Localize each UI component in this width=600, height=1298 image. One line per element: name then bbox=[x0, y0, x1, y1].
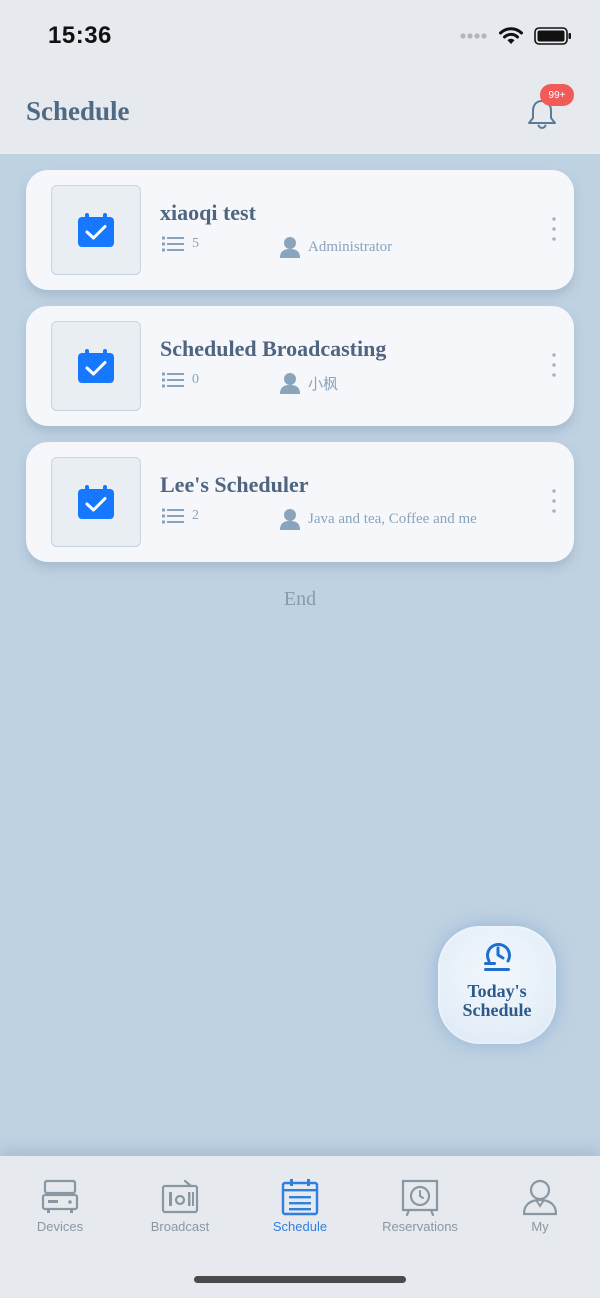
todays-schedule-label: Today's Schedule bbox=[438, 982, 556, 1020]
schedule-title: Scheduled Broadcasting bbox=[160, 336, 387, 361]
tab-label-devices: Devices bbox=[36, 1219, 84, 1234]
schedule-title: xiaoqi test bbox=[160, 200, 256, 225]
radio-icon bbox=[161, 1179, 199, 1214]
tab-label-my: My bbox=[531, 1219, 549, 1234]
calendar-check-icon bbox=[78, 213, 114, 247]
fab-label-line1: Today's bbox=[467, 981, 527, 1001]
todays-schedule-button[interactable]: Today's Schedule bbox=[438, 926, 556, 1044]
status-time: 15:36 bbox=[48, 22, 112, 49]
list-icon bbox=[162, 236, 184, 252]
schedule-icon-box bbox=[51, 321, 141, 411]
user-icon bbox=[280, 509, 300, 530]
more-options-icon[interactable] bbox=[550, 352, 558, 378]
tab-label-schedule: Schedule bbox=[272, 1219, 328, 1234]
tab-broadcast[interactable]: Broadcast bbox=[120, 1178, 240, 1238]
user-icon bbox=[280, 373, 300, 394]
page-title: Schedule bbox=[26, 96, 130, 126]
notification-badge: 99+ bbox=[540, 84, 574, 106]
calendar-check-icon bbox=[78, 349, 114, 383]
alarm-icon bbox=[401, 1179, 439, 1216]
cellular-signal-icon bbox=[460, 33, 487, 39]
schedule-owner-name: Administrator bbox=[308, 238, 393, 255]
schedule-icon-box bbox=[51, 457, 141, 547]
schedule-item-count: 5 bbox=[192, 236, 199, 251]
schedule-card[interactable]: Scheduled Broadcasting 0 小枫 bbox=[26, 306, 574, 426]
user-icon bbox=[522, 1179, 558, 1216]
history-clock-icon bbox=[484, 943, 511, 971]
schedule-owner: 小枫 bbox=[280, 372, 338, 394]
tab-my[interactable]: My bbox=[480, 1178, 600, 1238]
schedule-title: Lee's Scheduler bbox=[160, 472, 309, 497]
list-icon bbox=[162, 372, 184, 388]
fab-label-line2: Schedule bbox=[462, 1000, 532, 1020]
wifi-icon bbox=[499, 27, 523, 44]
tab-reservations[interactable]: Reservations bbox=[360, 1178, 480, 1238]
home-indicator bbox=[194, 1276, 406, 1283]
schedule-item-count: 0 bbox=[192, 372, 199, 387]
device-icon bbox=[41, 1179, 79, 1213]
schedule-card[interactable]: Lee's Scheduler 2 Java and tea, Coffee a… bbox=[26, 442, 574, 562]
status-icons bbox=[460, 26, 572, 46]
calendar-list-icon bbox=[281, 1179, 319, 1216]
tab-schedule[interactable]: Schedule bbox=[240, 1178, 360, 1238]
calendar-check-icon bbox=[78, 485, 114, 519]
schedule-meta: 0 小枫 bbox=[162, 372, 338, 394]
schedule-owner-name: Java and tea, Coffee and me bbox=[308, 510, 477, 527]
schedule-card[interactable]: xiaoqi test 5 Administrator bbox=[26, 170, 574, 290]
tab-label-reservations: Reservations bbox=[382, 1219, 458, 1234]
header: Schedule bbox=[0, 76, 600, 154]
list-icon bbox=[162, 508, 184, 524]
battery-icon bbox=[534, 27, 571, 45]
schedule-owner-name: 小枫 bbox=[308, 376, 339, 393]
schedule-meta: 2 Java and tea, Coffee and me bbox=[162, 508, 477, 530]
list-end-label: End bbox=[283, 588, 317, 610]
tab-devices[interactable]: Devices bbox=[0, 1178, 120, 1238]
schedule-owner: Administrator bbox=[280, 236, 392, 258]
user-icon bbox=[280, 237, 300, 258]
schedule-meta: 5 Administrator bbox=[162, 236, 392, 258]
tab-label-broadcast: Broadcast bbox=[150, 1219, 210, 1234]
status-bar: 15:36 bbox=[0, 0, 600, 76]
more-options-icon[interactable] bbox=[550, 488, 558, 514]
schedule-owner: Java and tea, Coffee and me bbox=[280, 508, 477, 530]
schedule-item-count: 2 bbox=[192, 508, 199, 523]
schedule-icon-box bbox=[51, 185, 141, 275]
more-options-icon[interactable] bbox=[550, 216, 558, 242]
